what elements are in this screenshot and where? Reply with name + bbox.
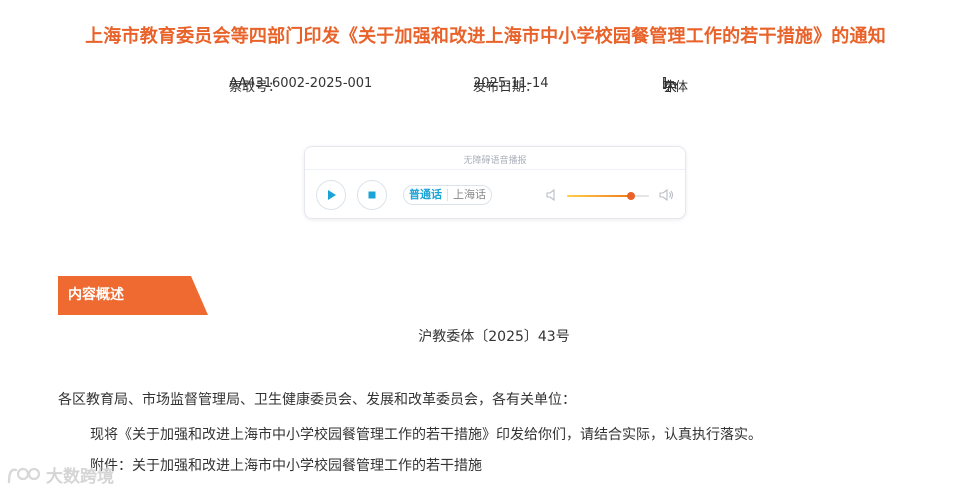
font-bracket-close: ] (662, 76, 668, 91)
play-button[interactable] (316, 180, 346, 210)
lang-mandarin-button[interactable]: 普通话 (404, 186, 447, 204)
watermark-text: 大数跨境 (46, 467, 114, 487)
player-divider (305, 169, 685, 170)
index-value: AA4316002-2025-001 (229, 76, 373, 91)
section-tab-label: 内容概述 (68, 287, 124, 303)
watermark-logo-icon (7, 467, 41, 483)
volume-knob[interactable] (626, 192, 635, 200)
volume-low-icon (546, 188, 555, 202)
play-icon (328, 190, 336, 200)
audio-player: 无障碍语音播报 普通话 上海话 (304, 146, 686, 219)
stop-button[interactable] (357, 180, 387, 210)
volume-fill (567, 195, 631, 197)
document-number: 沪教委体〔2025〕43号 (418, 329, 570, 345)
volume-slider[interactable] (567, 192, 649, 200)
volume-high-icon (659, 188, 674, 202)
date-value: 2025-11-14 (473, 76, 549, 91)
player-title: 无障碍语音播报 (463, 156, 527, 166)
page-title: 上海市教育委员会等四部门印发《关于加强和改进上海市中小学校园餐管理工作的若干措施… (85, 26, 886, 47)
watermark: 大数跨境 (6, 462, 114, 487)
attachment-line: 附件：关于加强和改进上海市中小学校园餐管理工作的若干措施 (90, 458, 482, 474)
addressee-line: 各区教育局、市场监督管理局、卫生健康委员会、发展和改革委员会，各有关单位： (58, 392, 576, 408)
lang-shanghai-button[interactable]: 上海话 (448, 186, 491, 204)
body-paragraph: 现将《关于加强和改进上海市中小学校园餐管理工作的若干措施》印发给你们，请结合实际… (90, 427, 762, 443)
section-tab-summary: 内容概述 (58, 276, 208, 315)
language-switch: 普通话 上海话 (403, 185, 492, 205)
stop-icon (368, 191, 376, 199)
